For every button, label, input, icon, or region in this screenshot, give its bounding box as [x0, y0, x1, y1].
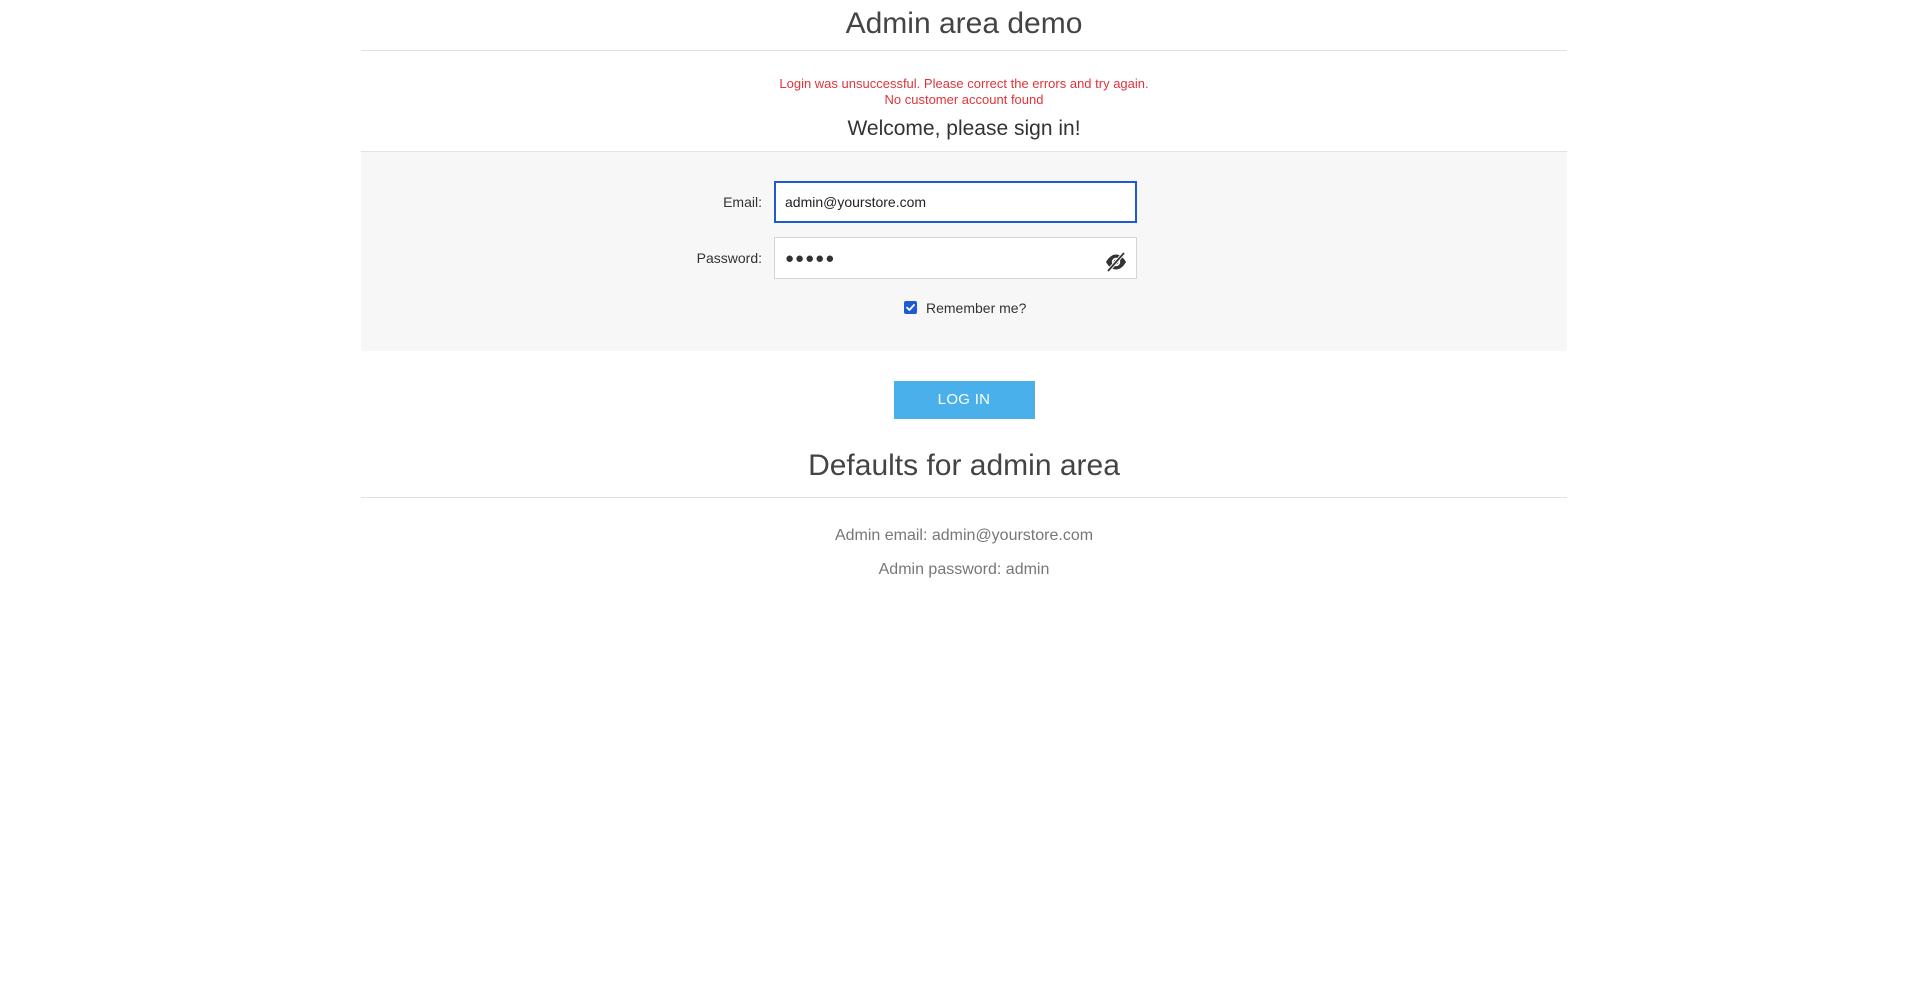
default-admin-email: Admin email: admin@yourstore.com: [834, 527, 1094, 544]
password-row: Password: ●●●●●: [361, 237, 1567, 279]
password-input-value: ●●●●●: [785, 250, 836, 267]
login-form-panel: Email: admin@yourstore.com Password: ●●●…: [361, 151, 1567, 351]
defaults-divider: [361, 497, 1567, 498]
page-title: Admin area demo: [845, 7, 1083, 40]
login-button-wrap: LOG IN: [361, 381, 1567, 419]
password-input[interactable]: ●●●●●: [774, 237, 1137, 279]
title-divider: [361, 50, 1567, 51]
main-container: Admin area demo Login was unsuccessful. …: [361, 0, 1567, 580]
validation-summary: Login was unsuccessful. Please correct t…: [361, 76, 1567, 108]
password-label: Password:: [696, 250, 762, 266]
error-detail-text: No customer account found: [884, 92, 1044, 107]
remember-me-checkbox[interactable]: [904, 301, 917, 314]
error-summary-text: Login was unsuccessful. Please correct t…: [779, 76, 1149, 91]
email-input-value: admin@yourstore.com: [785, 194, 927, 210]
email-row: Email: admin@yourstore.com: [361, 181, 1567, 223]
remember-me-row: Remember me?: [361, 298, 1567, 318]
email-input[interactable]: admin@yourstore.com: [774, 181, 1137, 223]
eye-slash-icon[interactable]: [1104, 248, 1128, 273]
login-button[interactable]: LOG IN: [893, 381, 1035, 419]
remember-me-label[interactable]: Remember me?: [926, 298, 1026, 318]
login-page: Admin area demo Login was unsuccessful. …: [0, 0, 1920, 995]
email-label: Email:: [723, 194, 762, 210]
defaults-heading: Defaults for admin area: [808, 449, 1120, 482]
default-admin-password: Admin password: admin: [878, 561, 1050, 578]
sign-in-heading: Welcome, please sign in!: [847, 117, 1081, 140]
